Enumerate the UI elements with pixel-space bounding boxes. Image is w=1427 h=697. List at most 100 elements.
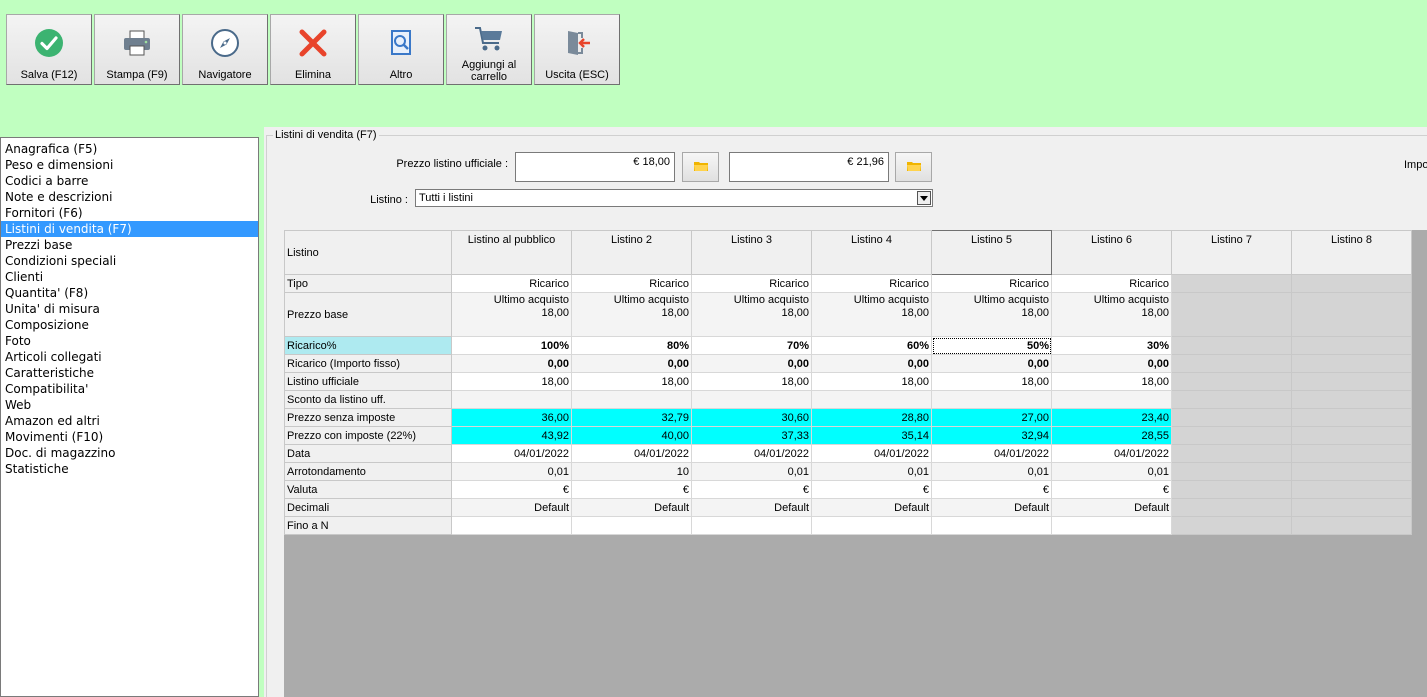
grid-cell[interactable]: 32,94 (931, 426, 1052, 445)
nav-item[interactable]: Peso e dimensioni (1, 157, 258, 173)
grid-cell[interactable]: Ricarico (1051, 274, 1172, 293)
nav-item[interactable]: Quantita' (F8) (1, 285, 258, 301)
grid-cell[interactable]: 10 (571, 462, 692, 481)
grid-cell[interactable] (691, 516, 812, 535)
grid-cell[interactable]: 0,01 (811, 462, 932, 481)
grid-cell[interactable] (931, 390, 1052, 409)
grid-cell[interactable]: 0,01 (451, 462, 572, 481)
grid-cell[interactable]: 60% (811, 336, 932, 355)
chevron-down-icon[interactable] (917, 191, 931, 205)
grid-cell[interactable]: Default (691, 498, 812, 517)
grid-cell[interactable]: 36,00 (451, 408, 572, 427)
grid-cell[interactable]: Ultimo acquisto 18,00 (1051, 292, 1172, 337)
nav-item[interactable]: Doc. di magazzino (1, 445, 258, 461)
grid-cell[interactable]: € (1051, 480, 1172, 499)
grid-cell[interactable]: Ultimo acquisto 18,00 (931, 292, 1052, 337)
grid-cell[interactable]: 30,60 (691, 408, 812, 427)
nav-item[interactable]: Composizione (1, 317, 258, 333)
grid-cell[interactable]: 0,01 (1051, 462, 1172, 481)
grid-cell[interactable] (451, 390, 572, 409)
grid-cell[interactable]: 18,00 (931, 372, 1052, 391)
nav-item[interactable]: Prezzi base (1, 237, 258, 253)
grid-cell[interactable]: 0,00 (1051, 354, 1172, 373)
price-with-tax-lookup-button[interactable] (895, 152, 932, 182)
grid-cell[interactable]: 18,00 (811, 372, 932, 391)
grid-cell[interactable]: 43,92 (451, 426, 572, 445)
official-price-lookup-button[interactable] (682, 152, 719, 182)
grid-cell[interactable]: Ricarico (931, 274, 1052, 293)
grid-cell[interactable] (811, 390, 932, 409)
grid-cell[interactable]: 100% (451, 336, 572, 355)
grid-cell[interactable] (811, 516, 932, 535)
grid-cell[interactable]: Ultimo acquisto 18,00 (691, 292, 812, 337)
exit-button[interactable]: Uscita (ESC) (534, 14, 620, 85)
column-header[interactable]: Listino 2 (571, 230, 692, 275)
grid-cell[interactable] (691, 390, 812, 409)
grid-cell[interactable]: 28,55 (1051, 426, 1172, 445)
grid-cell[interactable]: Ultimo acquisto 18,00 (451, 292, 572, 337)
grid-cell[interactable] (571, 516, 692, 535)
grid-cell[interactable]: 04/01/2022 (451, 444, 572, 463)
grid-cell[interactable]: 27,00 (931, 408, 1052, 427)
column-header[interactable]: Listino 5 (931, 230, 1052, 275)
nav-item[interactable]: Condizioni speciali (1, 253, 258, 269)
grid-cell[interactable]: 30% (1051, 336, 1172, 355)
column-header[interactable]: Listino 7 (1171, 230, 1292, 275)
grid-cell[interactable]: € (811, 480, 932, 499)
grid-cell[interactable]: € (571, 480, 692, 499)
grid-cell[interactable]: 35,14 (811, 426, 932, 445)
navigator-button[interactable]: Navigatore (182, 14, 268, 85)
grid-cell[interactable]: 04/01/2022 (691, 444, 812, 463)
nav-item[interactable]: Statistiche (1, 461, 258, 477)
nav-item[interactable]: Web (1, 397, 258, 413)
grid-cell[interactable]: 0,01 (691, 462, 812, 481)
grid-cell[interactable]: 18,00 (451, 372, 572, 391)
other-button[interactable]: Altro (358, 14, 444, 85)
grid-cell[interactable] (571, 390, 692, 409)
nav-item[interactable]: Compatibilita' (1, 381, 258, 397)
price-list-select[interactable]: Tutti i listini (415, 189, 933, 207)
grid-cell[interactable] (931, 516, 1052, 535)
grid-cell[interactable]: 0,01 (931, 462, 1052, 481)
grid-cell[interactable]: 18,00 (691, 372, 812, 391)
print-button[interactable]: Stampa (F9) (94, 14, 180, 85)
nav-item[interactable]: Codici a barre (1, 173, 258, 189)
grid-cell[interactable]: € (691, 480, 812, 499)
column-header[interactable]: Listino 4 (811, 230, 932, 275)
nav-item[interactable]: Anagrafica (F5) (1, 141, 258, 157)
grid-cell[interactable]: 04/01/2022 (811, 444, 932, 463)
nav-item[interactable]: Foto (1, 333, 258, 349)
grid-cell[interactable]: 40,00 (571, 426, 692, 445)
grid-cell[interactable]: 32,79 (571, 408, 692, 427)
grid-cell[interactable]: Ricarico (691, 274, 812, 293)
grid-cell[interactable]: € (931, 480, 1052, 499)
column-header[interactable]: Listino 3 (691, 230, 812, 275)
grid-cell[interactable]: 23,40 (1051, 408, 1172, 427)
grid-cell[interactable]: Ricarico (451, 274, 572, 293)
grid-cell[interactable]: Ultimo acquisto 18,00 (811, 292, 932, 337)
grid-cell[interactable]: 50% (931, 336, 1052, 355)
save-button[interactable]: Salva (F12) (6, 14, 92, 85)
nav-item[interactable]: Note e descrizioni (1, 189, 258, 205)
grid-cell[interactable]: Ultimo acquisto 18,00 (571, 292, 692, 337)
grid-cell[interactable]: 0,00 (811, 354, 932, 373)
nav-item[interactable]: Clienti (1, 269, 258, 285)
grid-cell[interactable]: 18,00 (571, 372, 692, 391)
grid-cell[interactable]: 04/01/2022 (931, 444, 1052, 463)
grid-cell[interactable]: 04/01/2022 (571, 444, 692, 463)
grid-cell[interactable]: 80% (571, 336, 692, 355)
grid-cell[interactable]: Default (931, 498, 1052, 517)
column-header[interactable]: Listino al pubblico (451, 230, 572, 275)
grid-cell[interactable] (1051, 516, 1172, 535)
nav-item[interactable]: Fornitori (F6) (1, 205, 258, 221)
nav-item[interactable]: Unita' di misura (1, 301, 258, 317)
nav-item[interactable]: Articoli collegati (1, 349, 258, 365)
official-price-field[interactable]: € 18,00 (515, 152, 675, 182)
grid-cell[interactable]: 0,00 (691, 354, 812, 373)
grid-cell[interactable]: 0,00 (451, 354, 572, 373)
grid-cell[interactable]: 70% (691, 336, 812, 355)
grid-cell[interactable]: 0,00 (931, 354, 1052, 373)
grid-cell[interactable]: Ricarico (571, 274, 692, 293)
column-header[interactable]: Listino 8 (1291, 230, 1412, 275)
grid-cell[interactable]: Ricarico (811, 274, 932, 293)
